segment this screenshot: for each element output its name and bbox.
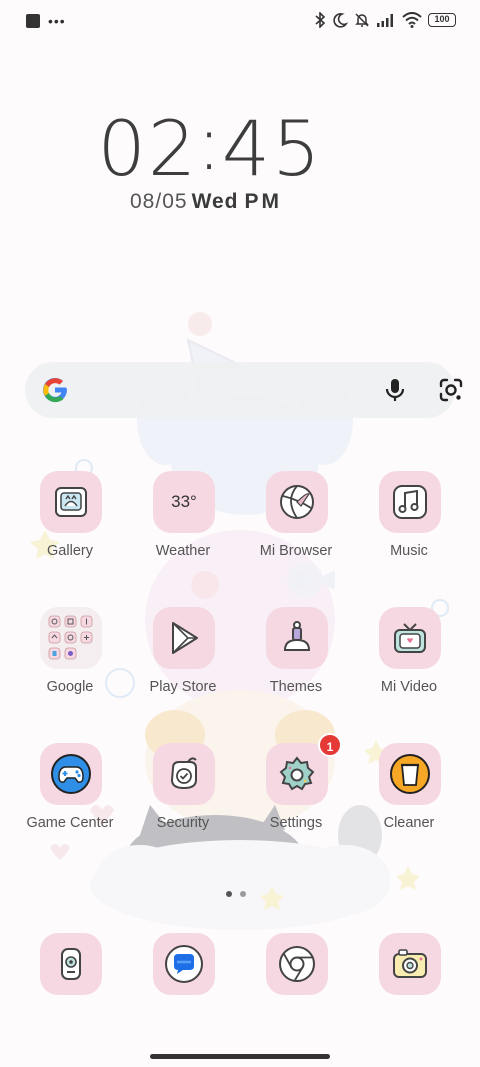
page-indicator[interactable] — [226, 891, 246, 897]
page-dot — [240, 891, 246, 897]
dock-chrome[interactable] — [240, 933, 352, 1043]
app-label: Game Center — [26, 815, 114, 831]
app-gallery[interactable]: Gallery — [14, 471, 126, 581]
home-indicator[interactable] — [150, 1054, 330, 1059]
app-security[interactable]: Security — [127, 743, 239, 853]
browser-icon — [266, 471, 328, 533]
moon-icon — [333, 13, 348, 28]
app-label: Cleaner — [383, 815, 435, 831]
shield-check-icon — [153, 743, 215, 805]
gamepad-icon — [40, 743, 102, 805]
app-label: Music — [390, 543, 428, 559]
app-label: Gallery — [47, 543, 93, 559]
notification-badge: 1 — [318, 733, 342, 757]
day-text: Wed — [191, 190, 239, 213]
app-themes[interactable]: Themes — [240, 607, 352, 717]
page-dot-active — [226, 891, 232, 897]
app-label: Weather — [155, 543, 211, 559]
trash-can-icon — [379, 743, 441, 805]
weather-icon: 33° — [153, 471, 215, 533]
app-label: Themes — [269, 679, 323, 695]
signal-icon — [377, 14, 393, 27]
themes-icon — [266, 607, 328, 669]
app-label: Settings — [269, 815, 323, 831]
date-line[interactable]: 08/05 Wed PM — [130, 190, 282, 214]
play-store-icon — [153, 607, 215, 669]
google-search-bar[interactable] — [25, 362, 463, 418]
app-cleaner[interactable]: Cleaner — [353, 743, 465, 853]
status-bar: ••• 100 — [0, 0, 480, 44]
app-play-store[interactable]: Play Store — [127, 607, 239, 717]
weather-temperature: 33° — [171, 492, 197, 511]
app-label: Mi Video — [380, 679, 438, 695]
chrome-icon — [266, 933, 328, 995]
app-label: Mi Browser — [259, 543, 333, 559]
date-text: 08/05 — [130, 190, 188, 213]
google-logo-icon — [43, 377, 67, 403]
wifi-icon — [402, 12, 422, 28]
dock-phone[interactable] — [14, 933, 126, 1043]
clock-widget[interactable]: 02:45 — [0, 98, 420, 193]
app-label: Security — [156, 815, 210, 831]
tv-icon — [379, 607, 441, 669]
bell-off-icon — [355, 13, 369, 27]
music-icon — [379, 471, 441, 533]
dock-messages[interactable] — [127, 933, 239, 1043]
notification-square-icon — [26, 14, 40, 28]
app-settings[interactable]: 1 Settings — [240, 733, 352, 853]
microphone-icon[interactable] — [381, 376, 409, 404]
app-mi-video[interactable]: Mi Video — [353, 607, 465, 717]
clock-hours: 02 — [97, 104, 199, 193]
ampm-text: PM — [244, 190, 283, 213]
app-weather[interactable]: 33° Weather — [127, 471, 239, 581]
app-folder-google[interactable]: Google — [14, 607, 126, 717]
app-label: Google — [46, 679, 94, 695]
camera-icon — [379, 933, 441, 995]
google-lens-icon[interactable] — [437, 376, 465, 404]
dock-camera[interactable] — [353, 933, 465, 1043]
more-dots-icon: ••• — [48, 13, 66, 29]
bluetooth-icon — [315, 12, 326, 28]
gallery-icon — [40, 471, 102, 533]
app-game-center[interactable]: Game Center — [14, 743, 126, 853]
clock-separator: : — [196, 98, 224, 187]
clock-minutes: 45 — [221, 104, 323, 193]
battery-indicator: 100 — [428, 13, 456, 27]
app-label: Play Store — [149, 679, 217, 695]
gear-icon — [266, 743, 328, 805]
app-mi-browser[interactable]: Mi Browser — [240, 471, 352, 581]
phone-icon — [40, 933, 102, 995]
messages-icon — [153, 933, 215, 995]
app-music[interactable]: Music — [353, 471, 465, 581]
google-folder-icon — [40, 607, 102, 669]
